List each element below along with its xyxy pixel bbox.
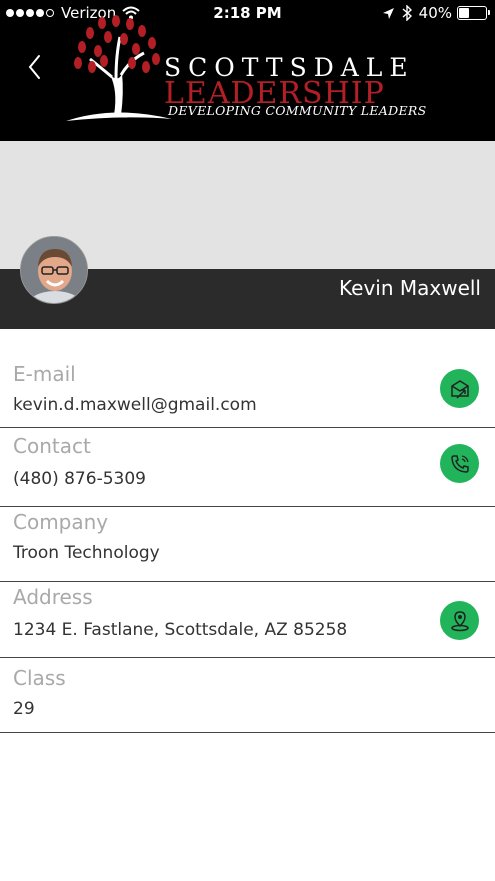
class-row: Class 29: [0, 658, 495, 733]
battery-icon: [457, 6, 490, 20]
avatar: [20, 236, 88, 304]
address-label: Address: [13, 585, 93, 609]
phone-icon: [450, 454, 469, 473]
tree-logo-icon: [66, 15, 172, 121]
call-button[interactable]: [440, 444, 479, 483]
app-header: Verizon 2:18 PM 40% SCOTTSDALE LEADERSHI…: [0, 0, 495, 141]
send-email-button[interactable]: [440, 369, 479, 408]
email-row: E-mail kevin.d.maxwell@gmail.com: [0, 345, 495, 428]
logo-tagline: DEVELOPING COMMUNITY LEADERS: [168, 103, 427, 118]
location-pin-icon: [450, 610, 469, 631]
company-label: Company: [13, 510, 109, 534]
battery-fill: [459, 8, 469, 18]
scottsdale-leadership-logo: SCOTTSDALE LEADERSHIP DEVELOPING COMMUNI…: [64, 15, 427, 130]
contact-value[interactable]: (480) 876-5309: [13, 469, 146, 489]
email-label: E-mail: [13, 362, 76, 386]
contact-label: Contact: [13, 434, 91, 458]
profile-name: Kevin Maxwell: [339, 276, 481, 300]
profile-photo: [21, 237, 87, 303]
back-button[interactable]: [22, 50, 50, 84]
address-row: Address 1234 E. Fastlane, Scottsdale, AZ…: [0, 582, 495, 658]
open-map-button[interactable]: [440, 601, 479, 640]
send-mail-icon: [450, 379, 469, 399]
address-value[interactable]: 1234 E. Fastlane, Scottsdale, AZ 85258: [13, 620, 347, 640]
company-row: Company Troon Technology: [0, 507, 495, 582]
company-value: Troon Technology: [13, 543, 160, 563]
contact-row: Contact (480) 876-5309: [0, 428, 495, 507]
email-value[interactable]: kevin.d.maxwell@gmail.com: [13, 395, 257, 415]
chevron-left-icon: [28, 55, 40, 79]
class-label: Class: [13, 666, 66, 690]
class-value: 29: [13, 699, 35, 719]
signal-strength-icon: [6, 9, 56, 17]
